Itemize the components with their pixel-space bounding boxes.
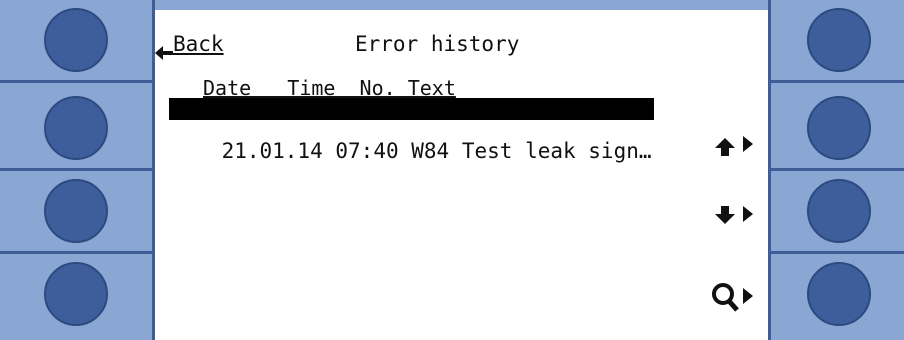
display-screen: Back Error history Date Time No. Text 17… [155, 10, 768, 340]
back-label: Back [173, 32, 224, 56]
right-softkey-4[interactable] [771, 254, 904, 334]
softkey-circle [807, 262, 871, 326]
softkey-circle [44, 96, 108, 160]
softkey-circle [807, 179, 871, 243]
cell-text: Test leak sign… [461, 139, 652, 163]
cell-no: W84 [411, 139, 450, 163]
softkey-circle [44, 8, 108, 72]
table-header: Date Time No. Text [203, 76, 456, 100]
cell-date: 21.01.14 [221, 139, 323, 163]
left-softkey-panel [0, 0, 155, 340]
softkey-circle [807, 8, 871, 72]
right-softkey-2[interactable] [771, 88, 904, 171]
page-title: Error history [355, 32, 520, 56]
left-softkey-4[interactable] [0, 254, 152, 334]
left-softkey-1[interactable] [0, 0, 152, 83]
softkey-circle [44, 262, 108, 326]
left-softkey-3[interactable] [0, 171, 152, 254]
magnifier-icon[interactable] [709, 280, 761, 316]
back-arrow-icon [155, 46, 173, 60]
scroll-up-icon[interactable] [715, 130, 763, 160]
right-softkey-panel [768, 0, 904, 340]
scroll-down-icon[interactable] [715, 202, 763, 232]
right-softkey-1[interactable] [771, 0, 904, 83]
cell-time: 07:40 [335, 139, 399, 163]
softkey-circle [44, 179, 108, 243]
right-softkey-3[interactable] [771, 171, 904, 254]
table-row[interactable]: 17.02.14 13:17 W84 Test leak sign… [169, 98, 654, 142]
table-row[interactable]: 21.01.14 07:40 W84 Test leak sign… [169, 118, 654, 162]
back-button[interactable]: Back [173, 32, 224, 56]
softkey-circle [807, 96, 871, 160]
left-softkey-2[interactable] [0, 88, 152, 171]
